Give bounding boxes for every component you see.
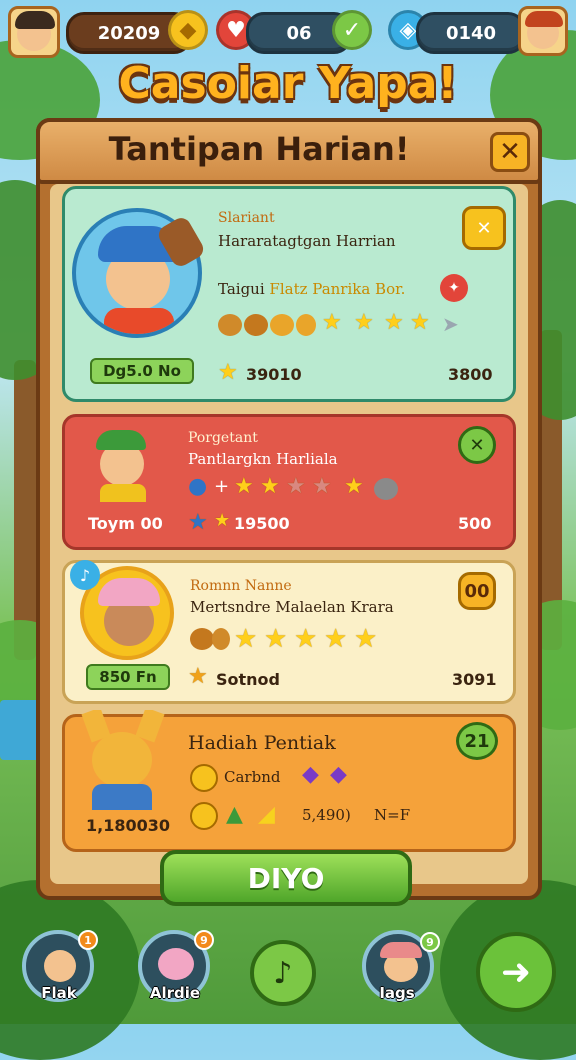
music-button[interactable]: ♪ bbox=[250, 940, 316, 1006]
coin-icon bbox=[270, 314, 294, 336]
card-1-claim-button[interactable]: ✕ bbox=[462, 206, 506, 250]
card-4-line2b: N=F bbox=[374, 806, 411, 824]
card-2-label-left: Toym 00 bbox=[88, 514, 163, 533]
card-2-reward-row: ● + ★ ★ ★ ★ ★ bbox=[188, 474, 408, 502]
bread-icon bbox=[244, 314, 268, 336]
gems-counter: 0140 bbox=[416, 12, 526, 54]
flame-icon: ✦ bbox=[440, 274, 468, 302]
star-icon: ★ bbox=[188, 510, 208, 535]
star-icon: ★ bbox=[234, 624, 258, 654]
gems-value: 0140 bbox=[445, 22, 497, 44]
star-icon: ★ bbox=[324, 624, 348, 654]
card-1-tag: Dg5.0 No bbox=[90, 358, 194, 384]
star-empty-icon: ★ bbox=[312, 474, 332, 499]
star-icon: ★ bbox=[354, 624, 378, 654]
card-1-reward-row: ★ ★ ★ ★ ➤ bbox=[218, 310, 468, 340]
coin-icon bbox=[296, 314, 316, 336]
bread-icon bbox=[218, 314, 242, 336]
card-2-amount-right: 500 bbox=[458, 514, 492, 533]
star-empty-icon: ★ bbox=[286, 474, 306, 499]
card-2-amount-left: 19500 bbox=[234, 514, 290, 533]
close-icon: ✕ bbox=[469, 434, 485, 456]
rocket-icon: ➤ bbox=[442, 312, 459, 336]
plus-icon: + bbox=[214, 476, 230, 497]
star-icon: ★ bbox=[260, 474, 280, 499]
card-3-label-left: Sotnod bbox=[216, 670, 280, 689]
nav-4-notification: 9 bbox=[420, 932, 440, 952]
close-button[interactable]: ✕ bbox=[490, 132, 530, 172]
card-3-tag: 850 Fn bbox=[86, 664, 170, 690]
add-hearts-icon[interactable]: ✓ bbox=[332, 10, 372, 50]
card-1-amount-left: 39010 bbox=[246, 365, 302, 384]
card-2-line1: Pantlargkn Harliala bbox=[188, 450, 338, 468]
nav-1-label: Flak bbox=[41, 984, 77, 1002]
star-icon: ★ bbox=[214, 510, 231, 531]
music-note-icon: ♪ bbox=[273, 955, 293, 991]
map-pin-icon: ● bbox=[188, 474, 208, 499]
card-4-heading: Hadiah Pentiak bbox=[188, 732, 336, 754]
card-2-claim-button[interactable]: ✕ bbox=[458, 426, 496, 464]
nav-4-label: Iags bbox=[379, 984, 415, 1002]
star-icon: ★ bbox=[344, 474, 364, 499]
star-icon: ★ bbox=[294, 624, 318, 654]
card-4-amount-left: 1,180030 bbox=[86, 816, 171, 835]
crystal-icon: ◆ bbox=[330, 762, 347, 787]
nav-2-label: Alrdie bbox=[149, 984, 201, 1002]
next-button[interactable]: ➜ bbox=[476, 932, 556, 1012]
nav-1-notification: 1 bbox=[78, 930, 98, 950]
card-4-line1: Carbnd bbox=[224, 768, 281, 786]
card-3-line1: Mertsndre Malaelan Krara bbox=[190, 598, 394, 616]
character-portrait-2 bbox=[88, 424, 158, 502]
close-icon: ✕ bbox=[499, 137, 521, 167]
star-icon: ★ bbox=[264, 624, 288, 654]
card-4-count-badge[interactable]: 21 bbox=[456, 722, 498, 760]
friend-avatar[interactable] bbox=[518, 6, 568, 56]
card-1-line2: Taigui Flatz Panrika Bor. bbox=[218, 280, 405, 298]
card-1-line2-highlight: Flatz Panrika Bor. bbox=[269, 280, 406, 298]
panel-title: Tantipan Harian! bbox=[108, 130, 410, 168]
star-icon: ★ bbox=[234, 474, 254, 499]
card-3-count-badge[interactable]: 00 bbox=[458, 572, 496, 610]
coin-icon: ◆ bbox=[168, 10, 208, 50]
card-2-heading: Porgetant bbox=[188, 430, 258, 446]
card-3-amount-right: 3091 bbox=[452, 670, 497, 689]
star-icon: ★ bbox=[384, 310, 404, 335]
card-3-heading: Romnn Nanne bbox=[190, 578, 292, 594]
card-1-line1: Hararatagtgan Harrian bbox=[218, 232, 396, 250]
player-avatar[interactable] bbox=[8, 6, 60, 58]
card-1-heading: Slariant bbox=[218, 210, 275, 226]
card-4-line2: 5,490) bbox=[302, 806, 351, 824]
star-icon: ★ bbox=[218, 360, 238, 385]
star-icon: ★ bbox=[354, 310, 374, 335]
cheese-icon: ◢ bbox=[258, 802, 275, 827]
star-icon: ★ bbox=[188, 664, 208, 689]
coin-stack-icon bbox=[190, 802, 218, 830]
leaf-icon: ▲ bbox=[226, 802, 243, 827]
bread-icon bbox=[212, 628, 230, 650]
bread-icon bbox=[190, 628, 214, 650]
coin-stack-icon bbox=[190, 764, 218, 792]
claim-button[interactable]: DIYO bbox=[160, 850, 412, 906]
crystal-icon: ◆ bbox=[302, 762, 319, 787]
card-1-amount-right: 3800 bbox=[448, 365, 493, 384]
character-portrait-4 bbox=[76, 710, 172, 810]
card-3-reward-row: ★ ★ ★ ★ ★ bbox=[190, 624, 390, 654]
hearts-value: 06 bbox=[286, 22, 312, 44]
star-icon: ★ bbox=[410, 310, 430, 335]
arrow-forward-icon: ➜ bbox=[500, 951, 532, 993]
game-title: Casoiar Yapa! bbox=[118, 58, 458, 109]
top-hud: 20209 ◆ ♥ 06 ✓ ◈ 0140 bbox=[0, 0, 576, 58]
star-icon: ★ bbox=[322, 310, 342, 335]
coins-value: 20209 bbox=[97, 22, 161, 44]
nav-2-notification: 9 bbox=[194, 930, 214, 950]
close-icon: ✕ bbox=[476, 217, 492, 239]
stone-icon bbox=[374, 478, 398, 500]
music-bubble-icon: ♪ bbox=[70, 560, 100, 590]
card-1-line2-prefix: Taigui bbox=[218, 280, 265, 298]
